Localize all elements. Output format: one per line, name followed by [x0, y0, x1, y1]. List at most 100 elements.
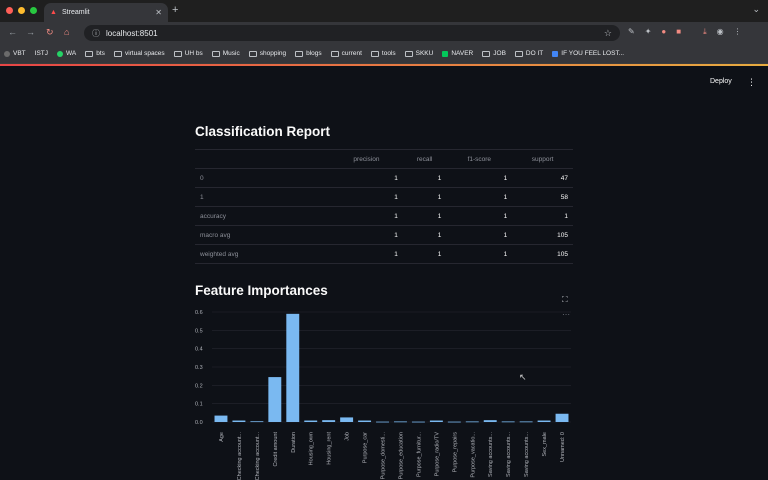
table-cell: 1: [402, 206, 447, 226]
x-tick-label: Checking account...: [255, 432, 261, 480]
column-header[interactable]: recall: [402, 149, 447, 169]
bookmark-folder[interactable]: shopping: [248, 50, 286, 57]
puzzle-extension-icon[interactable]: ✦: [645, 27, 652, 37]
reload-icon[interactable]: ↻: [46, 27, 54, 38]
bookmark-item[interactable]: VBT: [4, 50, 26, 57]
y-tick-label: 0.3: [195, 365, 203, 371]
bar[interactable]: [483, 420, 497, 422]
new-tab-icon[interactable]: +: [172, 4, 178, 16]
folder-icon: [173, 50, 182, 57]
bookmark-folder[interactable]: JOB: [482, 50, 506, 57]
forward-icon[interactable]: →: [26, 27, 35, 37]
main-menu-icon[interactable]: ⋮: [747, 77, 756, 88]
x-tick-label: Saving accounts...: [506, 432, 512, 477]
browser-tab[interactable]: ▲ Streamlit ✕: [44, 3, 168, 22]
bar[interactable]: [376, 421, 389, 423]
bar[interactable]: [394, 421, 407, 423]
bookmark-folder[interactable]: Music: [211, 50, 240, 57]
table-cell: 58: [512, 187, 573, 207]
close-tab-icon[interactable]: ✕: [155, 8, 162, 17]
x-tick-label: Credit amount: [273, 432, 279, 467]
x-tick-label: Age: [219, 432, 225, 442]
bar[interactable]: [358, 420, 372, 422]
bookmark-folder[interactable]: virtual spaces: [113, 50, 165, 57]
browser-toolbar: ← → ↻ ⌂ ⓘ localhost:8501 ☆ ✎ ✦ ● ■ ⤓ ◉ ⋮: [0, 22, 768, 44]
bar[interactable]: [537, 420, 551, 422]
bookmark-folder[interactable]: current: [330, 50, 362, 57]
bookmark-item[interactable]: NAVER: [442, 50, 473, 57]
x-tick-label: Sex_male: [542, 432, 548, 456]
bar[interactable]: [411, 421, 425, 423]
pen-extension-icon[interactable]: ✎: [628, 27, 635, 37]
doc-icon: [552, 50, 559, 57]
bar[interactable]: [268, 377, 282, 422]
bar[interactable]: [286, 313, 300, 422]
bookmark-folder[interactable]: SKKU: [404, 50, 433, 57]
y-tick-label: 0.0: [195, 420, 203, 426]
column-header[interactable]: [195, 149, 330, 169]
row-label: 0: [195, 168, 330, 188]
whatsapp-icon: [57, 50, 64, 57]
bar[interactable]: [340, 417, 354, 422]
bar[interactable]: [304, 420, 318, 422]
column-header[interactable]: precision: [330, 149, 403, 169]
tab-search-icon[interactable]: ⌄: [752, 4, 760, 15]
bookmark-folder[interactable]: blogs: [295, 50, 322, 57]
bar[interactable]: [465, 421, 479, 423]
bookmark-folder[interactable]: bts: [85, 50, 105, 57]
feature-importances-heading: Feature Importances: [195, 283, 328, 298]
tab-title: Streamlit: [62, 9, 90, 16]
home-icon[interactable]: ⌂: [64, 27, 69, 37]
bar[interactable]: [214, 415, 228, 422]
table-body: 0 1 1 1 47 1 1 1 1 58 accuracy 1 1 1 1 macro avg 1 1 1 105 w…: [195, 168, 573, 264]
folder-icon: [248, 50, 257, 57]
y-tick-label: 0.6: [195, 310, 203, 316]
bookmark-item[interactable]: IF YOU FEEL LOST...: [552, 50, 624, 57]
x-tick-label: Saving accounts...: [524, 432, 530, 477]
bar[interactable]: [232, 420, 246, 422]
minimize-window-icon[interactable]: [18, 7, 25, 14]
deploy-button[interactable]: Deploy: [710, 78, 732, 85]
close-window-icon[interactable]: [6, 7, 13, 14]
bar[interactable]: [519, 421, 533, 423]
url-text: localhost:8501: [106, 28, 158, 38]
folder-icon: [113, 50, 122, 57]
bookmark-folder[interactable]: DO IT: [514, 50, 543, 57]
column-header[interactable]: f1-score: [446, 149, 513, 169]
column-header[interactable]: support: [512, 149, 573, 169]
bar[interactable]: [322, 420, 336, 422]
x-tick-label: Purpose_repairs: [452, 432, 458, 473]
back-icon[interactable]: ←: [8, 27, 17, 37]
y-tick-label: 0.1: [195, 402, 203, 408]
table-cell: 1: [330, 225, 403, 245]
row-label: 1: [195, 187, 330, 207]
folder-icon: [514, 50, 523, 57]
mouse-cursor-icon: ↖: [519, 372, 527, 382]
address-bar[interactable]: ⓘ localhost:8501 ☆: [84, 25, 620, 41]
bar[interactable]: [555, 413, 569, 422]
extensions-icon[interactable]: ■: [676, 27, 681, 37]
bookmark-star-icon[interactable]: ☆: [604, 28, 612, 39]
table-cell: 1: [330, 244, 403, 264]
maximize-window-icon[interactable]: [30, 7, 37, 14]
table-cell: 1: [446, 187, 513, 207]
bookmark-folder[interactable]: UH bs: [173, 50, 203, 57]
table-cell: 1: [330, 206, 403, 226]
table-cell: 1: [402, 187, 447, 207]
bookmark-folder[interactable]: tools: [370, 50, 396, 57]
bar[interactable]: [447, 421, 461, 423]
browser-menu-icon[interactable]: ⋮: [734, 27, 742, 37]
table-row: 0 1 1 1 47: [195, 168, 573, 188]
site-info-icon[interactable]: ⓘ: [92, 28, 100, 39]
red-extension-icon[interactable]: ●: [661, 27, 666, 37]
x-tick-label: Purpose_education: [398, 432, 404, 479]
bookmark-item[interactable]: WA: [57, 50, 76, 57]
download-icon[interactable]: ⤓: [703, 27, 707, 37]
bar[interactable]: [250, 421, 264, 423]
table-cell: 1: [402, 225, 447, 245]
profile-avatar-icon[interactable]: ◉: [717, 27, 724, 37]
bar[interactable]: [501, 421, 515, 423]
bookmark-item[interactable]: ISTJ: [35, 50, 48, 57]
table-cell: 1: [446, 244, 513, 264]
bar[interactable]: [429, 420, 443, 422]
